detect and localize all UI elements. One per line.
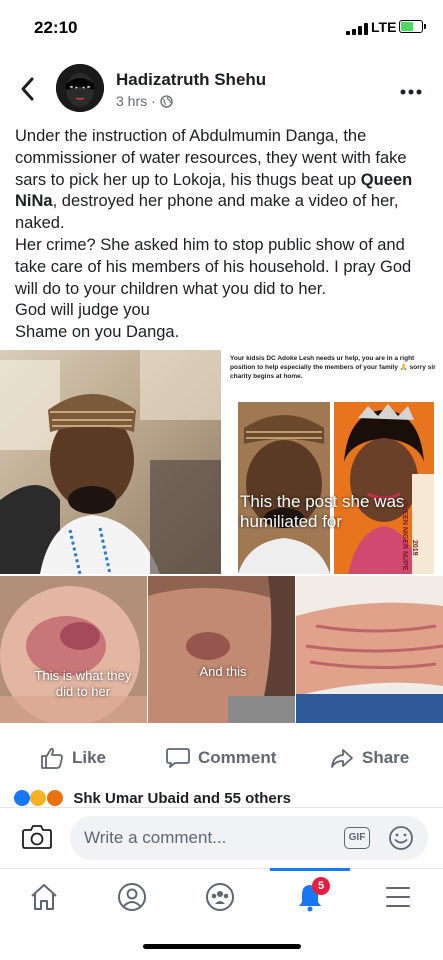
author-avatar[interactable] [56,64,104,112]
bottom-nav: 5 [0,868,443,928]
globe-icon [160,94,173,108]
photo-image [0,350,221,574]
post-text: Under the instruction of Abdulmumin Dang… [15,126,435,344]
status-time: 22:10 [34,18,78,37]
nav-profile[interactable] [112,877,152,917]
author-name[interactable]: Hadizatruth Shehu [116,70,266,90]
haha-reaction-icon [30,790,47,806]
share-arrow-icon [331,749,353,768]
like-reaction-icon [14,790,30,806]
comment-input[interactable] [70,816,428,860]
home-indicator[interactable] [143,944,301,949]
signal-icon [346,23,368,35]
post-actions: Like Comment Share [0,735,443,781]
reactions-text: Shk Umar Ubaid and 55 others [73,790,291,806]
caption-and-this: And this [199,664,247,679]
sash-text: QUEEN NIGER NUPE [401,500,408,571]
status-bar: 22:10 LTE [0,0,443,56]
injury-image [0,576,147,723]
gif-button[interactable]: GIF [344,827,370,849]
battery-level [401,22,413,31]
post-header: Hadizatruth Shehu 3 hrs · [0,60,443,120]
more-dots-icon [400,89,422,95]
network-label: LTE [371,19,397,35]
nav-groups[interactable] [200,877,240,917]
speech-bubble-icon [166,748,190,768]
avatar-image [56,64,104,112]
notification-badge: 5 [312,877,330,895]
battery-tip [424,24,426,29]
reactions-summary[interactable]: Shk Umar Ubaid and 55 others [14,790,434,806]
photo-injury-1[interactable]: This is what they did to her [0,576,147,723]
screenshot-text: Your kidsis DC Adoke Lesh needs ur help,… [230,355,436,380]
photo-injury-2[interactable]: And this [148,576,295,723]
photo-grid: Your kidsis DC Adoke Lesh needs ur help,… [0,350,443,723]
caption-injury: This is what they did to her [34,668,132,699]
share-label: Share [362,748,410,767]
more-options-button[interactable] [400,76,422,102]
profile-icon [118,883,146,911]
photo-injury-3[interactable] [296,576,443,723]
share-button[interactable]: Share [330,747,409,769]
like-label: Like [72,748,107,767]
groups-icon [206,883,234,911]
back-button[interactable] [18,74,44,104]
menu-icon [386,887,410,907]
photo-post-screenshot[interactable]: Your kidsis DC Adoke Lesh needs ur help,… [222,350,443,574]
post-time: 3 hrs · [116,93,156,109]
nav-home[interactable] [24,877,64,917]
post-text-part1: Under the instruction of Abdulmumin Dang… [15,127,407,189]
comment-label: Comment [198,748,277,767]
camera-button[interactable] [22,824,52,852]
battery-icon [399,20,423,33]
home-icon [31,884,57,910]
emoji-button[interactable] [388,825,414,851]
camera-icon [22,825,52,849]
comment-bar: GIF [0,807,443,867]
post-text-part2: , destroyed her phone and make a video o… [15,192,412,342]
chevron-left-icon [21,77,34,101]
smiley-icon [389,826,413,850]
comment-button[interactable]: Comment [166,747,276,769]
injury-arm-image [296,576,443,723]
photo-man-selfie[interactable] [0,350,221,574]
nav-menu[interactable] [378,877,418,917]
nav-active-indicator [270,868,350,871]
sash-year: 2019 [411,540,418,556]
caption-post: This the post she was humiliated for [240,492,405,531]
like-button[interactable]: Like [40,747,106,769]
thumbs-up-icon [41,747,63,769]
angry-reaction-icon [46,790,63,806]
injury-back-image [148,576,295,723]
nav-notifications[interactable]: 5 [290,877,330,917]
post-meta: 3 hrs · [116,93,173,109]
